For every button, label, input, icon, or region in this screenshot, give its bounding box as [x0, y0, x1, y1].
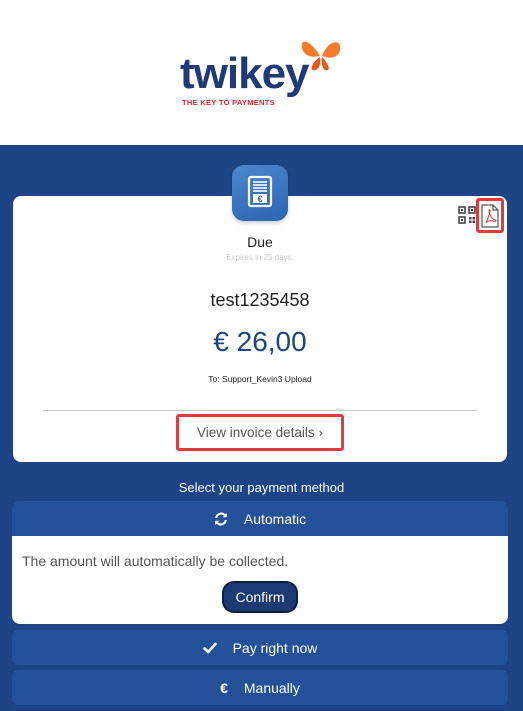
- pdf-icon: [481, 203, 499, 228]
- method-automatic-label: Automatic: [243, 510, 307, 527]
- check-icon: [202, 642, 217, 654]
- view-invoice-details-link[interactable]: View invoice details ›: [176, 414, 344, 451]
- invoice-card: Due Expires in 25 days. test1235458 € 26…: [13, 196, 507, 462]
- euro-icon: €: [220, 679, 228, 696]
- invoice-recipient: To: Support_Kevin3 Upload: [208, 374, 312, 384]
- logo-wordmark: twikey: [180, 49, 310, 98]
- method-automatic-button[interactable]: Automatic: [12, 501, 508, 536]
- invoice-document-icon: €: [232, 165, 288, 221]
- method-pay-now-button[interactable]: Pay right now: [12, 630, 508, 665]
- invoice-euro-icon: €: [247, 175, 273, 208]
- method-pay-now-label: Pay right now: [232, 639, 318, 656]
- method-automatic-panel: The amount will automatically be collect…: [12, 536, 508, 624]
- invoice-reference: test1235458: [210, 290, 310, 310]
- twikey-logo: twikey THE KEY TO PAYMENTS: [178, 32, 348, 112]
- refresh-icon: [214, 512, 228, 526]
- view-invoice-details-label: View invoice details: [197, 425, 315, 440]
- invoice-status: Due: [247, 234, 273, 250]
- qr-code-icon[interactable]: [458, 206, 476, 224]
- confirm-button[interactable]: Confirm: [222, 581, 298, 613]
- divider: [43, 410, 477, 411]
- method-manually-label: Manually: [243, 679, 300, 696]
- method-manually-button[interactable]: € Manually: [12, 670, 508, 705]
- pdf-download-button[interactable]: [476, 198, 504, 233]
- chevron-right-icon: ›: [318, 425, 323, 440]
- svg-text:€: €: [257, 194, 262, 204]
- logo-tagline: THE KEY TO PAYMENTS: [182, 98, 275, 107]
- payment-method-heading: Select your payment method: [178, 480, 345, 495]
- invoice-expiry: Expires in 25 days.: [226, 253, 294, 262]
- invoice-amount: € 26,00: [213, 326, 307, 357]
- automatic-description: The amount will automatically be collect…: [22, 553, 289, 569]
- header: twikey THE KEY TO PAYMENTS: [0, 0, 523, 145]
